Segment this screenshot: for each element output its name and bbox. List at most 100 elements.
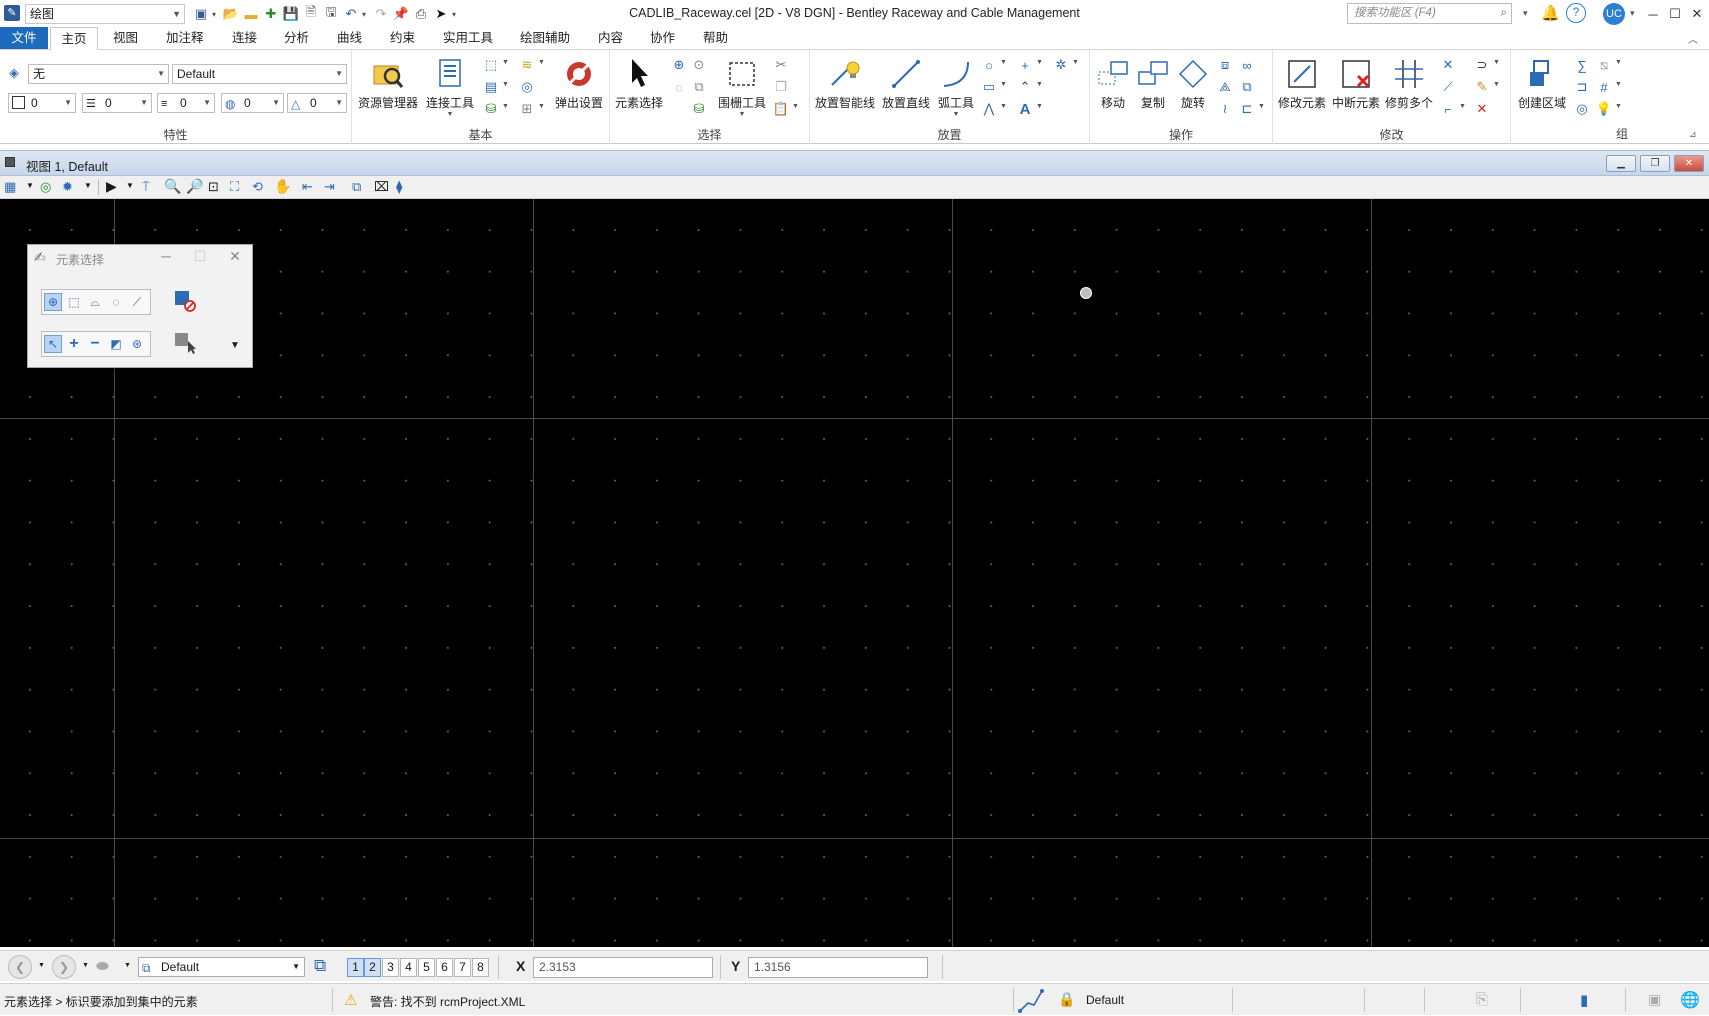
light-bulb-icon[interactable]: 💡 [1595, 100, 1613, 118]
extend-icon[interactable]: ⟋ [1439, 78, 1457, 96]
delete-icon[interactable]: ✕ [1473, 100, 1491, 118]
ungroup-icon[interactable]: ⧅ [1595, 56, 1613, 74]
display-icon[interactable]: ◎ [518, 78, 536, 96]
invert-mode-icon[interactable]: ◩ [107, 335, 125, 353]
multiline-icon[interactable]: ⌃ [1016, 78, 1034, 96]
named-group-icon[interactable]: ◎ [1573, 100, 1591, 118]
folder-icon[interactable]: ▬ [242, 5, 260, 23]
design-history-icon[interactable]: ⎘ [1476, 991, 1488, 1008]
menu-constraints[interactable]: 约束 [380, 27, 425, 49]
level-combo[interactable]: 无 ▼ [28, 64, 169, 84]
select-group-icon[interactable]: ⧉ [690, 78, 708, 96]
copy-icon[interactable]: ❐ [772, 78, 790, 96]
chevron-down-icon[interactable]: ▼ [26, 181, 34, 190]
select-options-icon[interactable] [174, 331, 198, 355]
copy-button[interactable]: 复制 [1134, 56, 1172, 111]
view-close-icon[interactable]: ✕ [1674, 155, 1704, 172]
close-icon[interactable]: ✕ [1686, 0, 1708, 28]
copy-view-icon[interactable]: ⧉ [352, 179, 361, 195]
select-lock-icon[interactable]: ⊙ [690, 56, 708, 74]
chevron-down-icon[interactable]: ▾ [1630, 8, 1635, 19]
explorer-button[interactable]: 资源管理器 [358, 56, 418, 111]
cell-icon[interactable]: ✲ [1052, 56, 1070, 74]
window-area-icon[interactable]: ⊡ [208, 179, 219, 195]
chevron-down-icon[interactable]: ▼ [1036, 103, 1043, 110]
save-status-icon[interactable]: ▣ [1648, 991, 1661, 1008]
intersect-icon[interactable]: ✕ [1439, 56, 1457, 74]
view-minimize-icon[interactable]: ▁ [1606, 155, 1636, 172]
clip-mask-icon[interactable]: ⧫ [396, 179, 402, 195]
circle-icon[interactable]: ○ [980, 56, 998, 74]
notification-bell-icon[interactable]: 🔔 [1541, 4, 1560, 22]
search-icon[interactable]: ⌕ [1501, 4, 1507, 23]
clear-selection-icon[interactable] [174, 290, 196, 312]
palette-minimize-icon[interactable]: ─ [155, 247, 177, 265]
chevron-down-icon[interactable]: ▼ [1615, 103, 1622, 110]
chevron-down-icon[interactable]: ▼ [1000, 59, 1007, 66]
chevron-down-icon[interactable]: ▾ [362, 10, 370, 19]
chevron-down-icon[interactable]: ▼ [1258, 103, 1265, 110]
rotate-button[interactable]: 旋转 [1174, 56, 1212, 111]
lock-icon[interactable]: 🔒 [1058, 991, 1075, 1008]
modify-element-button[interactable]: 修改元素 [1275, 56, 1329, 111]
chevron-down-icon[interactable]: ▼ [1615, 81, 1622, 88]
y-coordinate-field[interactable]: 1.3156 [748, 957, 928, 978]
move-button[interactable]: 移动 [1094, 56, 1132, 111]
view-previous-icon[interactable]: ⇤ [302, 179, 313, 195]
stretch-icon[interactable]: ⊏ [1238, 100, 1256, 118]
view-combo[interactable]: ⧉ Default ▼ [138, 957, 305, 977]
ribbon-search[interactable]: 搜索功能区 (F4) ⌕ [1347, 3, 1512, 24]
view-toggle-4[interactable]: 4 [400, 958, 417, 977]
view-menu-icon[interactable] [5, 157, 15, 167]
partial-delete-icon[interactable]: ⊃ [1473, 56, 1491, 74]
pin-icon[interactable]: 📌 [392, 5, 410, 23]
chevron-down-icon[interactable]: ▼ [1493, 59, 1500, 66]
menu-home[interactable]: 主页 [50, 27, 98, 51]
menu-view[interactable]: 视图 [103, 27, 148, 49]
references-icon[interactable]: ⛁ [482, 100, 500, 118]
element-select-button[interactable]: 元素选择 [614, 56, 664, 111]
view-toggle-6[interactable]: 6 [436, 958, 453, 977]
rotate-view-icon[interactable]: ⟲ [252, 179, 263, 195]
chevron-down-icon[interactable]: ▼ [1000, 81, 1007, 88]
point-icon[interactable]: + [1016, 56, 1034, 74]
zoom-out-icon[interactable]: 🔎 [186, 178, 203, 195]
trim-multiple-button[interactable]: 修剪多个 [1383, 56, 1435, 111]
user-avatar[interactable]: UC [1603, 3, 1625, 25]
view-groups-icon[interactable]: ⧉ [314, 956, 326, 976]
individual-select-icon[interactable]: ⊕ [44, 293, 62, 311]
drawing-canvas[interactable] [0, 199, 1709, 947]
chevron-down-icon[interactable]: ▼ [1459, 103, 1466, 110]
menu-annotate[interactable]: 加注释 [156, 27, 214, 49]
circle-select-icon[interactable]: ◌ [107, 293, 125, 311]
view-next-icon[interactable]: ⇥ [324, 179, 335, 195]
chevron-down-icon[interactable]: ▼ [502, 81, 509, 88]
undo-icon[interactable]: ↶ [342, 5, 360, 23]
menu-collaborate[interactable]: 协作 [640, 27, 685, 49]
view-toggle-3[interactable]: 3 [382, 958, 399, 977]
chevron-down-icon[interactable]: ▼ [1036, 59, 1043, 66]
workspace-icon[interactable]: ▣ [192, 5, 210, 23]
select-all-mode-icon[interactable]: ⊛ [128, 335, 146, 353]
hatch-icon[interactable]: # [1595, 78, 1613, 96]
chevron-down-icon[interactable]: ▼ [1493, 81, 1500, 88]
line-select-icon[interactable]: ⟋ [128, 293, 146, 311]
mirror-icon[interactable]: ⟁ [1216, 78, 1234, 96]
display-style-icon[interactable]: ◎ [40, 179, 51, 195]
file-status-icon[interactable]: ▮ [1580, 991, 1588, 1009]
style-combo[interactable]: Default ▼ [172, 64, 347, 84]
paste-icon[interactable]: 📋 [772, 100, 790, 118]
view-toggle-7[interactable]: 7 [454, 958, 471, 977]
fit-view-icon[interactable]: ⛶ [230, 179, 239, 195]
chevron-down-icon[interactable]: ▼ [126, 181, 134, 190]
chevron-down-icon[interactable]: ▼ [538, 59, 545, 66]
models-icon[interactable]: ▤ [482, 78, 500, 96]
popup-settings-button[interactable]: 弹出设置 [552, 56, 606, 111]
color-combo[interactable]: 0 ▼ [8, 93, 76, 113]
select-arrow-icon[interactable]: ➤ [432, 5, 450, 23]
save-settings-icon[interactable]: 🗎 [302, 4, 320, 23]
attributes-icon[interactable]: ⬚ [482, 56, 500, 74]
view-toggle-1[interactable]: 1 [347, 958, 364, 977]
dialog-launcher-icon[interactable]: ⊿ [1689, 129, 1697, 140]
shape-select-icon[interactable]: ⌓ [86, 293, 104, 311]
